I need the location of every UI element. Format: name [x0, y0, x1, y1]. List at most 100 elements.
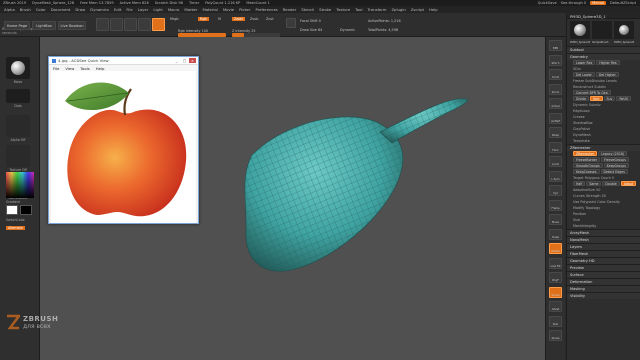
keepgroups-button[interactable]: KeepGroups — [603, 163, 629, 168]
menu-zplugin[interactable]: Zplugin — [391, 7, 405, 12]
dynamic-toggle[interactable]: Dynamic — [340, 28, 355, 32]
shelf-ghost-button[interactable]: Ghost — [549, 301, 562, 312]
switch-color-button[interactable]: SwitchColor — [6, 218, 25, 222]
viewer-menu-help[interactable]: Help — [96, 66, 105, 71]
edit-mode-button[interactable] — [96, 18, 109, 31]
shelf-polyf-button[interactable]: PolyF — [549, 272, 562, 283]
section-masking[interactable]: Masking — [567, 285, 640, 292]
menu-tool[interactable]: Tool — [355, 7, 362, 12]
tool-thumb-simplebrush[interactable] — [592, 21, 612, 39]
live-boolean-button[interactable]: Live Boolean — [58, 21, 86, 30]
del-lower-button[interactable]: Del Lower — [573, 72, 595, 77]
same-button[interactable]: Same — [586, 181, 602, 186]
section-nanomesh[interactable]: NanoMesh — [567, 236, 640, 243]
menu-stencil[interactable]: Stencil — [301, 7, 314, 12]
brush-preview-icon[interactable] — [286, 18, 296, 28]
section-arraymesh[interactable]: ArrayMesh — [567, 229, 640, 236]
convert-bpr-to-geo-button[interactable]: Convert BPR To Geo — [573, 90, 611, 95]
section-visibility[interactable]: Visibility — [567, 292, 640, 299]
viewer-menu-view[interactable]: View — [65, 66, 74, 71]
home-page-button[interactable]: Home Page — [4, 21, 30, 30]
leaf-mesh[interactable] — [244, 98, 469, 272]
shelf-scale-button[interactable]: Scale — [549, 228, 562, 240]
texture-selector[interactable]: Texture Off — [4, 145, 32, 172]
double-button[interactable]: Double — [602, 181, 620, 186]
shelf-scroll-button[interactable]: Scroll — [549, 69, 562, 80]
section-geometry-hd[interactable]: Geometry HD — [567, 257, 640, 264]
shelf-zoom-button[interactable]: Zoom — [549, 83, 562, 95]
shelf-l-sym-button[interactable]: L.Sym — [549, 170, 562, 182]
half-button[interactable]: Half — [573, 181, 586, 186]
shelf-bpr-button[interactable]: BPR — [549, 40, 562, 51]
freezegroups-button[interactable]: FreezeGroups — [601, 157, 629, 162]
menu-edit[interactable]: Edit — [114, 7, 121, 12]
viewer-menu-tools[interactable]: Tools — [80, 66, 89, 71]
draw-mode-button[interactable] — [110, 18, 123, 31]
viewer-title-bar[interactable]: 4.jpg - ACDSee Quick View _ □ × — [49, 57, 198, 65]
zsub-toggle[interactable]: Zsub — [250, 17, 258, 21]
menu-dynamics[interactable]: Dynamics — [90, 7, 109, 12]
section-surface[interactable]: Surface — [567, 271, 640, 278]
close-button[interactable]: × — [189, 58, 196, 63]
shelf-spix-3-button[interactable]: SPix 3 — [549, 54, 562, 66]
menu-macro[interactable]: Macro — [168, 7, 180, 12]
maximize-button[interactable]: □ — [181, 58, 188, 63]
menu-zscript[interactable]: Zscript — [411, 7, 424, 12]
shelf-local-button[interactable]: Local — [549, 156, 562, 167]
menu-layer[interactable]: Layer — [138, 7, 149, 12]
adapt-button[interactable]: Adapt — [620, 181, 637, 186]
main-color-swatch[interactable] — [6, 205, 18, 215]
m-toggle[interactable]: M — [218, 17, 221, 21]
shelf-xyz-button[interactable]: Xyz — [549, 185, 562, 196]
shelf-solo-button[interactable]: Solo — [549, 315, 562, 327]
shelf-xpose-button[interactable]: Xpose — [549, 330, 562, 341]
menu-material[interactable]: Material — [202, 7, 217, 12]
menu-marker[interactable]: Marker — [184, 7, 197, 12]
menu-picker[interactable]: Picker — [239, 7, 250, 12]
section-fibermesh[interactable]: FiberMesh — [567, 250, 640, 257]
menu-texture[interactable]: Texture — [336, 7, 350, 12]
section-preview[interactable]: Preview — [567, 264, 640, 271]
menu-light[interactable]: Light — [153, 7, 162, 12]
draw-size-label[interactable]: Draw Size 64 — [300, 28, 322, 32]
shelf-line-fill-button[interactable]: Line Fill — [549, 257, 562, 269]
shelf-move-button[interactable]: Move — [549, 214, 562, 225]
freezeborder-button[interactable]: FreezeBorder — [573, 157, 601, 162]
menu-brush[interactable]: Brush — [20, 7, 31, 12]
menu-render[interactable]: Render — [283, 7, 297, 12]
lightbox-button[interactable]: LightBox — [32, 21, 56, 30]
zadd-toggle[interactable]: Zadd — [232, 17, 245, 21]
menu-color[interactable]: Color — [36, 7, 46, 12]
menu-stroke[interactable]: Stroke — [319, 7, 331, 12]
secondary-color-swatch[interactable] — [20, 205, 32, 215]
minimize-button[interactable]: _ — [173, 58, 180, 63]
legacy-2018-button[interactable]: Legacy (2018) — [598, 151, 628, 156]
higher-res-button[interactable]: Higher Res — [596, 60, 620, 65]
menu-document[interactable]: Document — [51, 7, 71, 12]
see-through-slider[interactable]: See-through 0 — [561, 1, 587, 5]
move-mode-button[interactable] — [124, 18, 137, 31]
brush-selector[interactable]: Move — [4, 57, 32, 84]
alpha-selector[interactable]: Alpha Off — [4, 115, 32, 142]
detect-edges-button[interactable]: Detect Edges — [600, 169, 628, 174]
section-subtool[interactable]: Subtool — [567, 46, 640, 53]
section-deformation[interactable]: Deformation — [567, 278, 640, 285]
image-viewer-window[interactable]: 4.jpg - ACDSee Quick View _ □ × File Vie… — [48, 56, 199, 224]
section-zremesher[interactable]: ZRemesher — [567, 144, 640, 151]
tool-thumb-sphere[interactable] — [570, 21, 590, 39]
smt-button[interactable]: Smt — [590, 96, 603, 101]
alternate-button[interactable]: Alternate — [6, 226, 25, 230]
zcut-toggle[interactable]: Zcut — [266, 17, 274, 21]
del-higher-button[interactable]: Del Higher — [595, 72, 619, 77]
menu-preferences[interactable]: Preferences — [255, 7, 277, 12]
default-zscript-button[interactable]: DefaultZScript — [610, 1, 636, 5]
zremesher-button[interactable]: ZRemesher — [573, 151, 598, 156]
menu-draw[interactable]: Draw — [75, 7, 85, 12]
shelf-floor-button[interactable]: Floor — [549, 141, 562, 153]
smoothgroups-button[interactable]: SmoothGroups — [573, 163, 603, 168]
stroke-selector[interactable]: Dots — [4, 89, 32, 108]
menu-file[interactable]: File — [126, 7, 132, 12]
menus-button[interactable]: Menus — [590, 1, 606, 5]
menu-help[interactable]: Help — [429, 7, 438, 12]
shelf-actual-button[interactable]: Actual — [549, 98, 562, 109]
